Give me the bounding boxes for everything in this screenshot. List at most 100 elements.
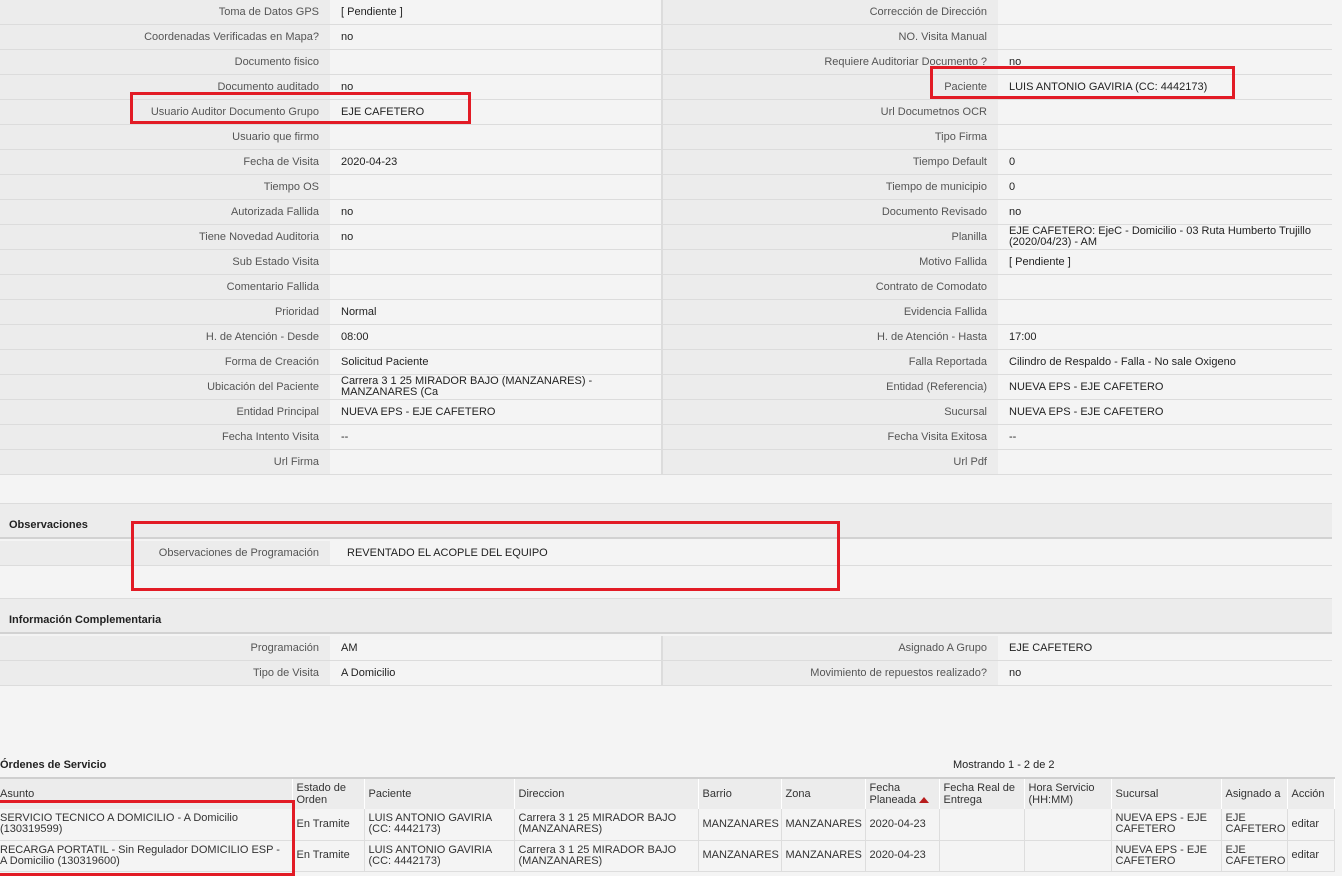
field-value: [330, 450, 663, 474]
column-header[interactable]: Fecha Planeada: [865, 777, 940, 809]
column-header-label: Sucursal: [1115, 788, 1159, 800]
field-label: Planilla: [663, 225, 998, 249]
info-complementaria-title: Información Complementaria: [9, 614, 162, 626]
column-header[interactable]: Sucursal: [1111, 777, 1222, 809]
field-value: [998, 25, 1332, 49]
field-value: no: [330, 75, 663, 99]
field-value: [330, 125, 663, 149]
field-value: 17:00: [998, 325, 1332, 349]
field-label: Falla Reportada: [663, 350, 998, 374]
observaciones-title: Observaciones: [9, 519, 88, 531]
field-value: no: [998, 200, 1332, 224]
orders-title: Órdenes de Servicio: [0, 759, 107, 771]
field-label: Tipo Firma: [663, 125, 998, 149]
field-value: [ Pendiente ]: [998, 250, 1332, 274]
field-label: Paciente: [663, 75, 998, 99]
detail-row: Autorizada Fallida no Documento Revisado no: [0, 200, 1332, 225]
table-cell: [939, 840, 1025, 872]
field-label: Corrección de Dirección: [663, 0, 998, 24]
field-value: no: [330, 25, 663, 49]
column-header-label: Paciente: [368, 788, 412, 800]
detail-row: Documento auditado no Paciente LUIS ANTONIO…: [0, 75, 1332, 100]
field-label: Documento auditado: [0, 75, 330, 99]
column-header[interactable]: Fecha Real de Entrega: [939, 777, 1025, 809]
orders-header-row: Asunto Estado de Orden Paciente Direccion Ba…: [0, 777, 1335, 809]
field-value: Carrera 3 1 25 MIRADOR BAJO (MANZANARES)…: [330, 375, 663, 399]
table-cell: SERVICIO TECNICO A DOMICILIO - A Domicil…: [0, 809, 293, 841]
column-header-label: Hora Servicio (HH:MM): [1028, 782, 1095, 806]
field-label: Documento fisico: [0, 50, 330, 74]
column-header[interactable]: Direccion: [514, 777, 699, 809]
detail-row: Usuario Auditor Documento Grupo EJE CAFET…: [0, 100, 1332, 125]
table-cell: MANZANARES: [781, 840, 866, 872]
field-label: H. de Atención - Hasta: [663, 325, 998, 349]
column-header-label: Direccion: [518, 788, 565, 800]
column-header[interactable]: Barrio: [698, 777, 782, 809]
field-label: Ubicación del Paciente: [0, 375, 330, 399]
field-value: AM: [330, 636, 663, 660]
table-cell: 2020-04-23: [865, 840, 940, 872]
column-header-label: Estado de Orden: [296, 782, 347, 806]
column-header-label: Fecha Planeada: [869, 782, 917, 806]
field-value: Cilindro de Respaldo - Falla - No sale O…: [998, 350, 1332, 374]
column-header[interactable]: Estado de Orden: [292, 777, 365, 809]
field-label: Entidad (Referencia): [663, 375, 998, 399]
field-value: A Domicilio: [330, 661, 663, 685]
detail-row: Prioridad Normal Evidencia Fallida: [0, 300, 1332, 325]
field-label: Url Firma: [0, 450, 330, 474]
field-value: NUEVA EPS - EJE CAFETERO: [998, 400, 1332, 424]
info-row: Tipo de Visita A Domicilio Movimiento de r…: [0, 661, 1332, 686]
field-label: Comentario Fallida: [0, 275, 330, 299]
edit-link[interactable]: editar: [1292, 818, 1320, 830]
field-label: Tipo de Visita: [0, 661, 330, 685]
detail-row: Ubicación del Paciente Carrera 3 1 25 MIR…: [0, 375, 1332, 400]
info-complementaria-header: Información Complementaria: [0, 598, 1332, 634]
detail-row: Tiempo OS Tiempo de municipio 0: [0, 175, 1332, 200]
field-label: Coordenadas Verificadas en Mapa?: [0, 25, 330, 49]
table-cell: Carrera 3 1 25 MIRADOR BAJO (MANZANARES): [514, 809, 699, 841]
detail-row: Comentario Fallida Contrato de Comodato: [0, 275, 1332, 300]
field-label: Url Pdf: [663, 450, 998, 474]
column-header[interactable]: Asunto: [0, 777, 293, 809]
field-label: Asignado A Grupo: [663, 636, 998, 660]
field-value: [998, 125, 1332, 149]
field-label: Autorizada Fallida: [0, 200, 330, 224]
orders-count: Mostrando 1 - 2 de 2: [953, 759, 1055, 771]
column-header[interactable]: Paciente: [364, 777, 515, 809]
table-cell: RECARGA PORTATIL - Sin Regulador DOMICIL…: [0, 840, 293, 872]
detail-row: Fecha de Visita 2020-04-23 Tiempo Default 0: [0, 150, 1332, 175]
table-row: RECARGA PORTATIL - Sin Regulador DOMICIL…: [0, 840, 1335, 872]
column-header-label: Barrio: [702, 788, 732, 800]
column-header[interactable]: Asignado a: [1221, 777, 1288, 809]
field-value: no: [330, 200, 663, 224]
field-label: NO. Visita Manual: [663, 25, 998, 49]
service-orders-table: Asunto Estado de Orden Paciente Direccion Ba…: [0, 777, 1335, 872]
field-value: no: [998, 50, 1332, 74]
field-label: Forma de Creación: [0, 350, 330, 374]
column-header[interactable]: Zona: [781, 777, 866, 809]
field-label: Sucursal: [663, 400, 998, 424]
table-cell: EJE CAFETERO: [1221, 840, 1288, 872]
table-cell: [939, 809, 1025, 841]
field-value: EJE CAFETERO: [330, 100, 663, 124]
field-label: Tiempo OS: [0, 175, 330, 199]
field-value: [330, 50, 663, 74]
column-header[interactable]: Hora Servicio (HH:MM): [1024, 777, 1112, 809]
edit-link[interactable]: editar: [1292, 849, 1320, 861]
field-label: Requiere Auditoriar Documento ?: [663, 50, 998, 74]
field-label: Usuario Auditor Documento Grupo: [0, 100, 330, 124]
table-row: SERVICIO TECNICO A DOMICILIO - A Domicil…: [0, 809, 1335, 841]
field-value: [998, 450, 1332, 474]
field-label: H. de Atención - Desde: [0, 325, 330, 349]
field-label: Prioridad: [0, 300, 330, 324]
field-label: Tiene Novedad Auditoria: [0, 225, 330, 249]
table-cell: NUEVA EPS - EJE CAFETERO: [1111, 840, 1222, 872]
field-label: Fecha Visita Exitosa: [663, 425, 998, 449]
table-cell: MANZANARES: [698, 840, 782, 872]
field-value: 2020-04-23: [330, 150, 663, 174]
column-header[interactable]: Acción: [1287, 777, 1335, 809]
table-cell: editar: [1287, 840, 1335, 872]
table-cell: EJE CAFETERO: [1221, 809, 1288, 841]
sort-ascending-icon[interactable]: [919, 797, 929, 804]
detail-row: Coordenadas Verificadas en Mapa? no NO. Vi…: [0, 25, 1332, 50]
